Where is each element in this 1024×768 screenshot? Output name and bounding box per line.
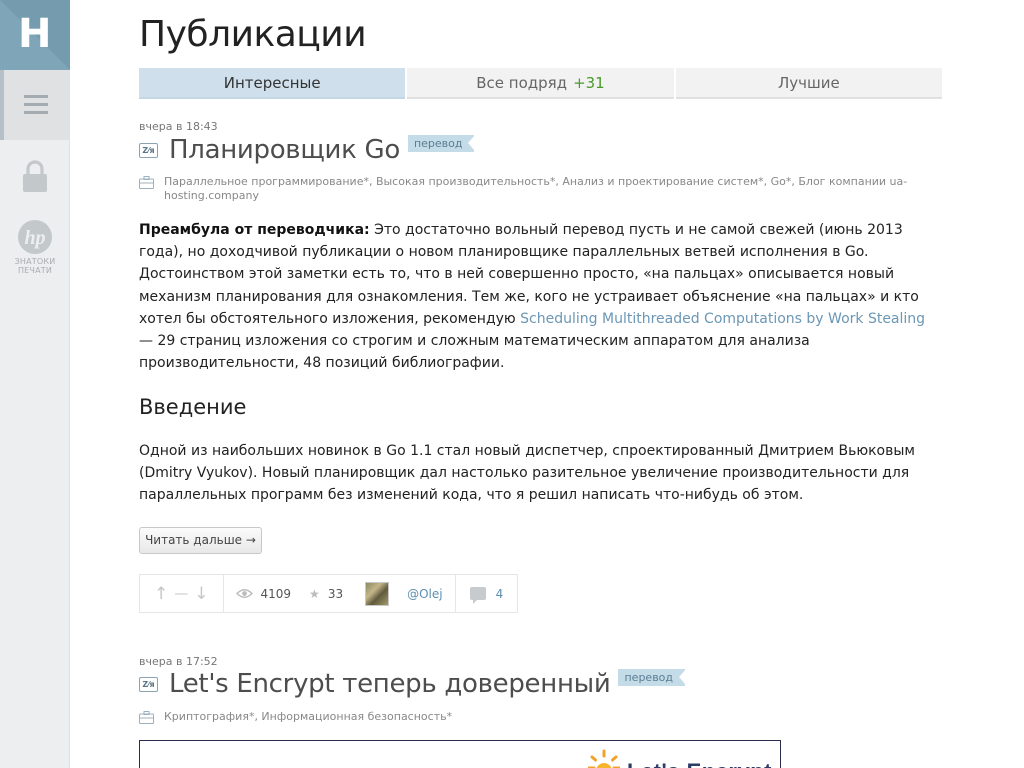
post-paragraph: Одной из наибольших новинок в Go 1.1 ста… xyxy=(139,443,915,504)
menu-active-stroke xyxy=(0,70,4,140)
scheduling-paper-link[interactable]: Scheduling Multithreaded Computations by… xyxy=(520,311,925,327)
lock-icon[interactable] xyxy=(21,160,49,194)
tab-label: Интересные xyxy=(223,73,321,92)
tab-interesting[interactable]: Интересные xyxy=(139,68,406,99)
comment-icon xyxy=(469,587,486,604)
menu-icon xyxy=(24,95,48,115)
author-link[interactable]: @Olej xyxy=(407,587,443,601)
post-hubs: Параллельное программирование*, Высокая … xyxy=(139,175,924,203)
svg-text:hp: hp xyxy=(24,227,45,249)
translation-tag: перевод xyxy=(618,668,686,686)
read-more-button[interactable]: Читать дальше → xyxy=(139,527,262,554)
left-rail: H hp ЗНАТОКИ ПЕЧАТИ xyxy=(0,0,70,768)
briefcase-icon xyxy=(139,711,154,724)
post-time: вчера в 17:52 xyxy=(139,655,218,668)
tab-all[interactable]: Все подряд +31 xyxy=(407,68,674,99)
publication-tabs: Интересные Все подряд +31 Лучшие xyxy=(139,68,942,99)
post-time: вчера в 18:43 xyxy=(139,120,218,133)
views-count: 4109 xyxy=(260,586,292,601)
image-logo-text: Let's Encrypt xyxy=(627,759,772,768)
page-title: Публикации xyxy=(139,14,367,55)
hp-caption: ЗНАТОКИ ПЕЧАТИ xyxy=(14,257,56,275)
eye-icon xyxy=(235,589,253,598)
post-title-link[interactable]: Let's Encrypt теперь доверенный xyxy=(169,668,611,700)
post-info-panel: ↑ — ↓ 4109 ★ 33 @Olej 4 xyxy=(139,574,519,613)
menu-button[interactable] xyxy=(0,70,70,140)
hubs-list[interactable]: Параллельное программирование*, Высокая … xyxy=(164,175,924,203)
logo-letter: H xyxy=(18,11,52,57)
favorites-count: 33 xyxy=(327,586,344,601)
post-preamble: Преамбула от переводчика: Это достаточно… xyxy=(139,219,939,374)
vote-up-icon[interactable]: ↑ xyxy=(154,584,168,604)
voting: ↑ — ↓ xyxy=(140,575,224,612)
post-image: Let's Encrypt xyxy=(139,740,781,768)
hubs-list[interactable]: Криптография*, Информационная безопаснос… xyxy=(164,710,924,724)
translation-tag: перевод xyxy=(407,134,476,152)
tab-best[interactable]: Лучшие xyxy=(675,68,942,99)
site-logo[interactable]: H xyxy=(0,0,70,70)
vote-down-icon[interactable]: ↓ xyxy=(194,584,208,604)
new-count-badge: +31 xyxy=(573,73,605,92)
sun-icon xyxy=(588,749,620,768)
translation-icon: Z⁄я xyxy=(139,676,158,692)
post-hubs: Криптография*, Информационная безопаснос… xyxy=(139,710,924,724)
post-title-link[interactable]: Планировщик Go xyxy=(169,134,400,166)
hp-icon[interactable]: hp xyxy=(17,219,53,255)
preamble-label: Преамбула от переводчика: xyxy=(139,222,370,238)
tab-label: Лучшие xyxy=(777,73,840,92)
tab-label: Все подряд xyxy=(476,73,568,92)
translation-icon: Z⁄я xyxy=(139,142,158,158)
section-heading: Введение xyxy=(139,395,247,419)
star-icon[interactable]: ★ xyxy=(309,587,320,601)
comments-count: 4 xyxy=(495,586,504,601)
preamble-tail: — 29 страниц изложения со строгим и слож… xyxy=(139,333,810,372)
post-card: вчера в 18:43 Z⁄я Планировщик Go перевод… xyxy=(139,120,942,613)
avatar[interactable] xyxy=(365,581,390,606)
briefcase-icon xyxy=(139,176,154,189)
post-title-row: Z⁄я Планировщик Go перевод xyxy=(139,134,476,166)
comments-link[interactable]: 4 xyxy=(456,575,518,612)
views-favorites: 4109 ★ 33 @Olej xyxy=(224,575,456,612)
vote-score: — xyxy=(174,585,189,602)
post-title-row: Z⁄я Let's Encrypt теперь доверенный пере… xyxy=(139,668,686,700)
post-card: вчера в 17:52 Z⁄я Let's Encrypt теперь д… xyxy=(139,655,942,768)
